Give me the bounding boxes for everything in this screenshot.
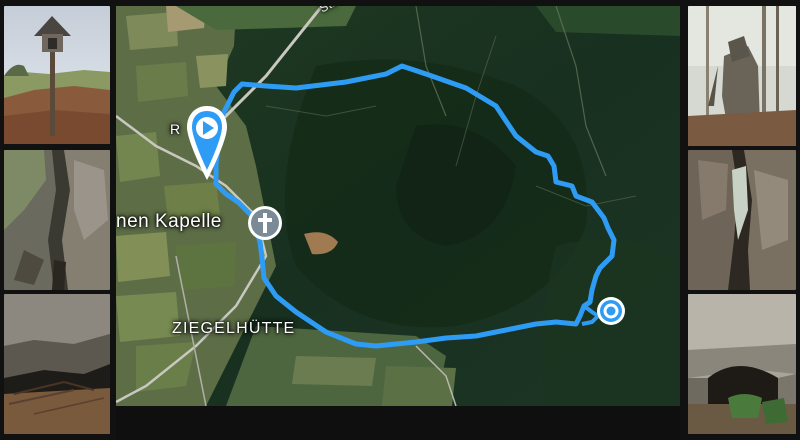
route-map[interactable]: St2 R nen Kapelle ZIEGELHÜTTE [116, 6, 680, 406]
photo-collage: St2 R nen Kapelle ZIEGELHÜTTE [0, 0, 800, 440]
photo-rock-cave[interactable] [688, 294, 796, 434]
photo-wayside-shrine[interactable] [4, 6, 110, 144]
cross-pin-icon[interactable] [246, 204, 284, 242]
start-place-label: R [170, 121, 181, 137]
map-bottom-border [116, 406, 680, 440]
photo-rock-tower-forest[interactable] [688, 6, 796, 146]
photo-rock-overhang[interactable] [4, 294, 110, 434]
district-label: ZIEGELHÜTTE [172, 320, 296, 337]
photo-rock-gap[interactable] [688, 150, 796, 290]
photo-rock-crevice[interactable] [4, 150, 110, 290]
chapel-label: nen Kapelle [116, 211, 222, 232]
play-location-pin-icon[interactable] [184, 104, 230, 184]
target-icon[interactable] [596, 296, 626, 326]
